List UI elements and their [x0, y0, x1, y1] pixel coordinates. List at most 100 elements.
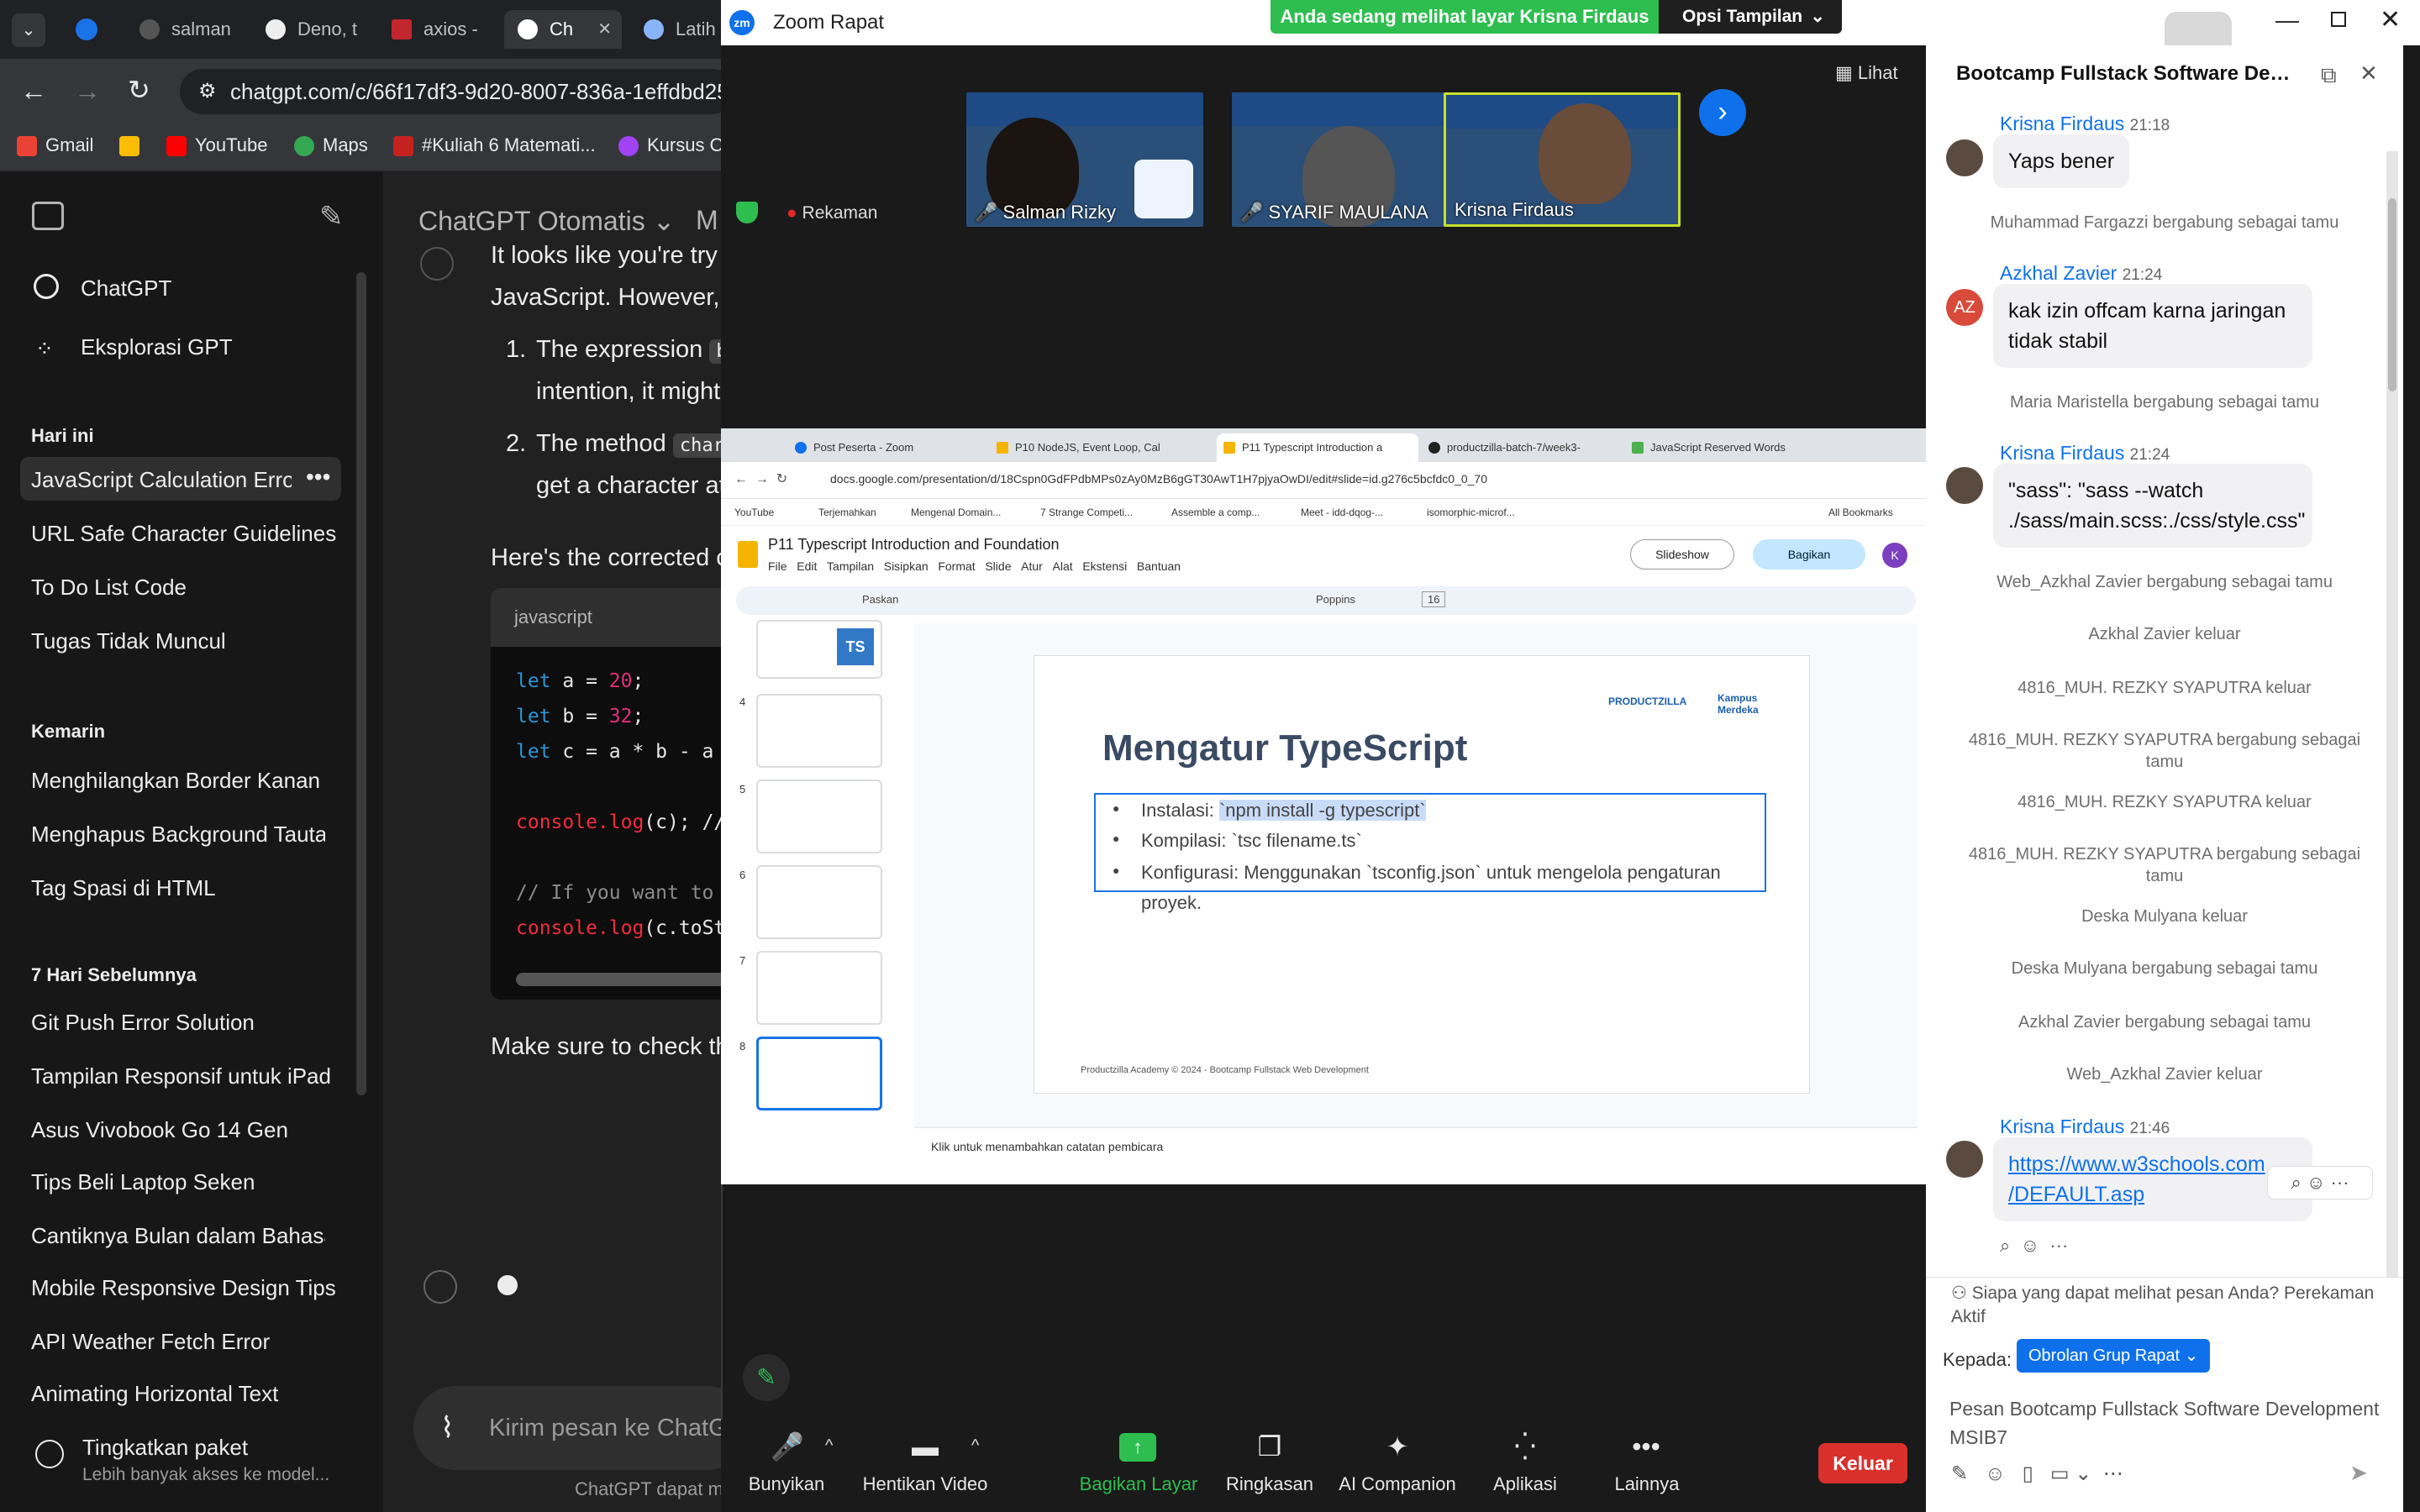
upgrade-plan-title[interactable]: Tingkatkan paket: [82, 1435, 248, 1461]
browser-tab[interactable]: axios -: [378, 10, 496, 49]
new-chat-icon[interactable]: ✎: [319, 200, 344, 234]
chat-link-message[interactable]: https://www.w3schools.com/DEFAULT.asp: [1993, 1137, 2312, 1221]
chatgpt-logo-icon: [34, 274, 59, 299]
share-screen-button[interactable]: Bagikan Layar: [1076, 1473, 1202, 1495]
emoji-icon[interactable]: ☺: [2021, 1235, 2039, 1256]
chat-title: Bootcamp Fullstack Software Devel...: [1956, 62, 2301, 85]
sidebar-item-chat[interactable]: Menghapus Background Tautan: [31, 822, 325, 848]
sidebar-item-chat[interactable]: API Weather Fetch Error: [31, 1329, 270, 1355]
share-screen-icon[interactable]: ↑: [1119, 1433, 1156, 1462]
sidebar-item-chat[interactable]: Git Push Error Solution: [31, 1010, 255, 1036]
stop-video-button[interactable]: Hentikan Video: [862, 1473, 988, 1495]
browser-tab[interactable]: Latih: [630, 10, 731, 49]
participant-video[interactable]: 🎤 Salman Rizky: [966, 92, 1203, 227]
next-page-icon[interactable]: ›: [1699, 89, 1746, 136]
file-icon[interactable]: ▯: [2023, 1462, 2033, 1485]
close-chat-icon[interactable]: ✕: [2360, 60, 2378, 87]
header-more: M: [696, 205, 718, 235]
participant-video-active[interactable]: Krisna Firdaus: [1444, 92, 1681, 227]
bookmark-maps[interactable]: Maps: [294, 134, 368, 157]
apps-icon[interactable]: ⁛: [1506, 1430, 1544, 1463]
forward-icon[interactable]: →: [74, 76, 101, 107]
bookmark-kursus[interactable]: Kursus O: [618, 134, 724, 157]
ai-companion-icon[interactable]: ✦: [1378, 1430, 1417, 1463]
minimize-icon[interactable]: —: [2275, 7, 2299, 34]
browser-tab-active[interactable]: Ch ✕: [504, 10, 622, 49]
bookmark-extension[interactable]: [119, 134, 148, 157]
close-window-icon[interactable]: ✕: [2380, 5, 2401, 34]
muted-mic-icon[interactable]: 🎤: [768, 1430, 807, 1463]
maximize-icon[interactable]: [2331, 12, 2346, 27]
reply-icon[interactable]: ⌕: [2291, 1172, 2301, 1193]
browser-tab[interactable]: Deno, t: [252, 10, 370, 49]
more-icon[interactable]: ⋯: [2331, 1172, 2349, 1193]
video-options-chevron-icon[interactable]: ^: [971, 1436, 979, 1456]
bookmark-gmail[interactable]: Gmail: [17, 134, 93, 157]
sidebar-item-chat[interactable]: Cantiknya Bulan dalam Bahasa: [31, 1223, 325, 1249]
sidebar-item-chat[interactable]: Tampilan Responsif untuk iPad: [31, 1063, 331, 1089]
sidebar-item-chat[interactable]: Tugas Tidak Muncul: [31, 628, 226, 654]
annotate-pencil-icon[interactable]: ✎: [743, 1354, 790, 1401]
apps-button[interactable]: Aplikasi: [1486, 1473, 1565, 1495]
screenshot-icon[interactable]: ▭: [2050, 1462, 2070, 1485]
reply-icon[interactable]: ⌕: [2000, 1235, 2010, 1256]
summary-icon[interactable]: ❐: [1250, 1430, 1289, 1463]
sidebar-scrollbar[interactable]: [356, 272, 366, 1095]
message-line: The method char: [536, 430, 731, 458]
chevron-down-icon[interactable]: ⌄: [2075, 1462, 2091, 1485]
sidebar-item-chat[interactable]: Animating Horizontal Text: [31, 1381, 278, 1407]
sidebar-item-chat[interactable]: Tag Spasi di HTML: [31, 875, 216, 901]
ai-companion-button[interactable]: AI Companion: [1336, 1473, 1459, 1495]
model-selector[interactable]: ChatGPT Otomatis ⌄: [418, 205, 675, 237]
more-button[interactable]: Lainnya: [1608, 1473, 1686, 1495]
site-info-icon[interactable]: ⚙: [198, 69, 217, 114]
summary-button[interactable]: Ringkasan: [1222, 1473, 1318, 1495]
emoji-icon[interactable]: ☺: [1985, 1462, 2006, 1485]
more-icon[interactable]: ⋯: [2103, 1462, 2123, 1485]
view-button[interactable]: ▦ Lihat: [1835, 62, 1898, 84]
video-camera-icon[interactable]: ▬: [906, 1430, 944, 1463]
sidebar-item-chat[interactable]: Mobile Responsive Design Tips: [31, 1275, 336, 1301]
browser-tab[interactable]: salman: [126, 10, 244, 49]
muted-mic-icon: 🎤: [1240, 202, 1264, 223]
close-tab-icon[interactable]: ✕: [597, 10, 612, 49]
slides-logo-icon: [738, 541, 758, 568]
more-icon[interactable]: ⋯: [2049, 1235, 2068, 1256]
popout-icon[interactable]: ⧉: [2321, 62, 2337, 89]
loading-dot: [497, 1275, 518, 1295]
sidebar-item-chatgpt[interactable]: ChatGPT: [81, 276, 171, 302]
view-options-button[interactable]: Opsi Tampilan ⌄: [1659, 0, 1842, 34]
reload-icon[interactable]: ↻: [128, 74, 150, 106]
bookmark-kuliah[interactable]: #Kuliah 6 Matemati...: [393, 134, 596, 157]
tab-search-dropdown[interactable]: ⌄: [12, 13, 45, 47]
bookmark-youtube[interactable]: YouTube: [166, 134, 267, 157]
mic-options-chevron-icon[interactable]: ^: [825, 1436, 833, 1456]
sidebar-item-chat[interactable]: Menghilangkan Border Kanan: [31, 768, 320, 794]
emoji-icon[interactable]: ☺: [2307, 1172, 2325, 1193]
more-options-icon[interactable]: •••: [306, 464, 330, 491]
leave-meeting-button[interactable]: Keluar: [1818, 1443, 1907, 1483]
recording-indicator[interactable]: ● Rekaman: [786, 203, 877, 223]
youtube-icon: [166, 136, 187, 157]
sidebar-item-chat[interactable]: JavaScript Calculation Error F: [31, 467, 292, 493]
format-icon[interactable]: ✎: [1951, 1462, 1968, 1485]
recipient-select[interactable]: Obrolan Grup Rapat ⌄: [2017, 1339, 2211, 1373]
back-icon[interactable]: ←: [20, 76, 47, 107]
unmute-button[interactable]: Bunyikan: [748, 1473, 825, 1495]
list-number: 2.: [506, 430, 527, 457]
attach-icon[interactable]: ⌇: [440, 1386, 455, 1470]
chat-input[interactable]: Pesan Bootcamp Fullstack Software Develo…: [1949, 1394, 2386, 1452]
pinned-tab-icon[interactable]: [76, 18, 97, 40]
sidebar-item-chat[interactable]: Asus Vivobook Go 14 Gen: [31, 1117, 288, 1143]
sidebar-item-chat[interactable]: Tips Beli Laptop Seken: [31, 1169, 255, 1195]
url-field[interactable]: ⚙ chatgpt.com/c/66f17df3-9d20-8007-836a-…: [180, 69, 734, 114]
sidebar-toggle-icon[interactable]: [32, 202, 64, 230]
sidebar-item-explore[interactable]: Eksplorasi GPT: [81, 334, 233, 360]
sidebar-item-chat[interactable]: To Do List Code: [31, 575, 187, 601]
send-icon[interactable]: ➤: [2349, 1460, 2368, 1486]
sidebar-item-chat[interactable]: URL Safe Character Guidelines: [31, 521, 336, 547]
more-icon[interactable]: •••: [1627, 1430, 1665, 1463]
participant-video[interactable]: 🎤 SYARIF MAULANA: [1232, 92, 1469, 227]
code-horizontal-scrollbar[interactable]: [516, 973, 726, 986]
message-composer[interactable]: ⌇ Kirim pesan ke ChatGP: [413, 1386, 750, 1470]
